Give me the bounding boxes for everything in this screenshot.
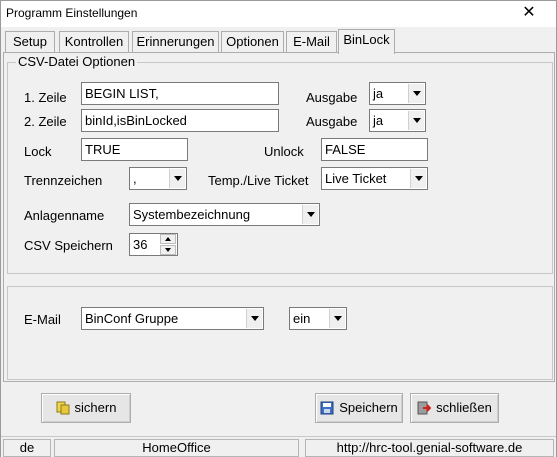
tab-kontrollen[interactable]: Kontrollen bbox=[59, 31, 129, 53]
csv-speichern-value: 36 bbox=[133, 237, 148, 252]
zeile2-label: 2. Zeile bbox=[24, 114, 67, 129]
status-language: de bbox=[3, 439, 51, 457]
spin-down-icon[interactable] bbox=[160, 245, 176, 255]
ticket-select[interactable]: Live Ticket bbox=[321, 167, 428, 190]
status-url: http://hrc-tool.genial-software.de bbox=[305, 439, 554, 457]
tab-email[interactable]: E-Mail bbox=[286, 31, 337, 53]
unlock-field[interactable]: FALSE bbox=[321, 138, 428, 161]
email-state-value: ein bbox=[293, 311, 311, 326]
tab-erinnerungen[interactable]: Erinnerungen bbox=[132, 31, 219, 53]
ausgabe1-value: ja bbox=[373, 86, 384, 101]
chevron-down-icon[interactable] bbox=[408, 111, 424, 130]
tab-binlock[interactable]: BinLock bbox=[338, 29, 395, 54]
email-label: E-Mail bbox=[24, 312, 61, 327]
csv-speichern-label: CSV Speichern bbox=[24, 238, 113, 253]
ausgabe2-label: Ausgabe bbox=[306, 114, 358, 129]
chevron-down-icon[interactable] bbox=[169, 169, 185, 188]
tab-optionen[interactable]: Optionen bbox=[221, 31, 284, 53]
lock-field[interactable]: TRUE bbox=[81, 138, 188, 161]
csv-options-title: CSV-Datei Optionen bbox=[16, 54, 138, 69]
status-bar: de HomeOffice http://hrc-tool.genial-sof… bbox=[1, 436, 556, 457]
binlock-tab-page: CSV-Datei Optionen 1. Zeile BEGIN LIST, … bbox=[3, 52, 555, 382]
lock-label: Lock bbox=[24, 144, 52, 159]
spin-up-icon[interactable] bbox=[160, 234, 176, 244]
zeile1-field[interactable]: BEGIN LIST, bbox=[81, 82, 279, 105]
close-icon[interactable]: ✕ bbox=[520, 3, 538, 23]
ticket-label: Temp./Live Ticket bbox=[208, 173, 309, 188]
window-title: Programm Einstellungen bbox=[6, 6, 138, 20]
trennzeichen-value: , bbox=[133, 171, 137, 186]
schliessen-button[interactable]: schließen bbox=[410, 393, 499, 423]
email-group-select[interactable]: BinConf Gruppe bbox=[81, 307, 264, 330]
status-location: HomeOffice bbox=[54, 439, 299, 457]
sichern-button[interactable]: sichern bbox=[41, 393, 131, 423]
ticket-value: Live Ticket bbox=[325, 171, 387, 186]
email-group-value: BinConf Gruppe bbox=[85, 311, 179, 326]
backup-icon bbox=[56, 397, 70, 415]
anlagenname-select[interactable]: Systembezeichnung bbox=[129, 203, 320, 226]
chevron-down-icon[interactable] bbox=[302, 205, 318, 224]
zeile2-field[interactable]: binId,isBinLocked bbox=[81, 109, 279, 132]
ausgabe1-select[interactable]: ja bbox=[369, 82, 426, 105]
sichern-label: sichern bbox=[74, 400, 117, 415]
floppy-disk-icon bbox=[320, 397, 334, 415]
anlagenname-value: Systembezeichnung bbox=[133, 207, 251, 222]
speichern-button[interactable]: Speichern bbox=[315, 393, 403, 423]
chevron-down-icon[interactable] bbox=[410, 169, 426, 188]
schliessen-label: schließen bbox=[436, 400, 492, 415]
tab-setup[interactable]: Setup bbox=[5, 31, 55, 53]
csv-speichern-spinner[interactable]: 36 bbox=[129, 233, 178, 256]
ausgabe2-select[interactable]: ja bbox=[369, 109, 426, 132]
chevron-down-icon[interactable] bbox=[408, 84, 424, 103]
email-state-select[interactable]: ein bbox=[289, 307, 347, 330]
chevron-down-icon[interactable] bbox=[246, 309, 262, 328]
anlagenname-label: Anlagenname bbox=[24, 208, 105, 223]
unlock-label: Unlock bbox=[264, 144, 304, 159]
settings-window: Programm Einstellungen ✕ Setup Kontrolle… bbox=[0, 0, 557, 457]
speichern-label: Speichern bbox=[339, 400, 398, 415]
ausgabe1-label: Ausgabe bbox=[306, 90, 358, 105]
csv-options-group: CSV-Datei Optionen 1. Zeile BEGIN LIST, … bbox=[7, 54, 553, 274]
trennzeichen-select[interactable]: , bbox=[129, 167, 187, 190]
email-group: E-Mail BinConf Gruppe ein bbox=[7, 286, 553, 380]
trennzeichen-label: Trennzeichen bbox=[24, 173, 103, 188]
zeile1-label: 1. Zeile bbox=[24, 90, 67, 105]
ausgabe2-value: ja bbox=[373, 113, 384, 128]
exit-door-icon bbox=[417, 397, 432, 415]
chevron-down-icon[interactable] bbox=[329, 309, 345, 328]
title-bar: Programm Einstellungen ✕ bbox=[1, 1, 556, 27]
